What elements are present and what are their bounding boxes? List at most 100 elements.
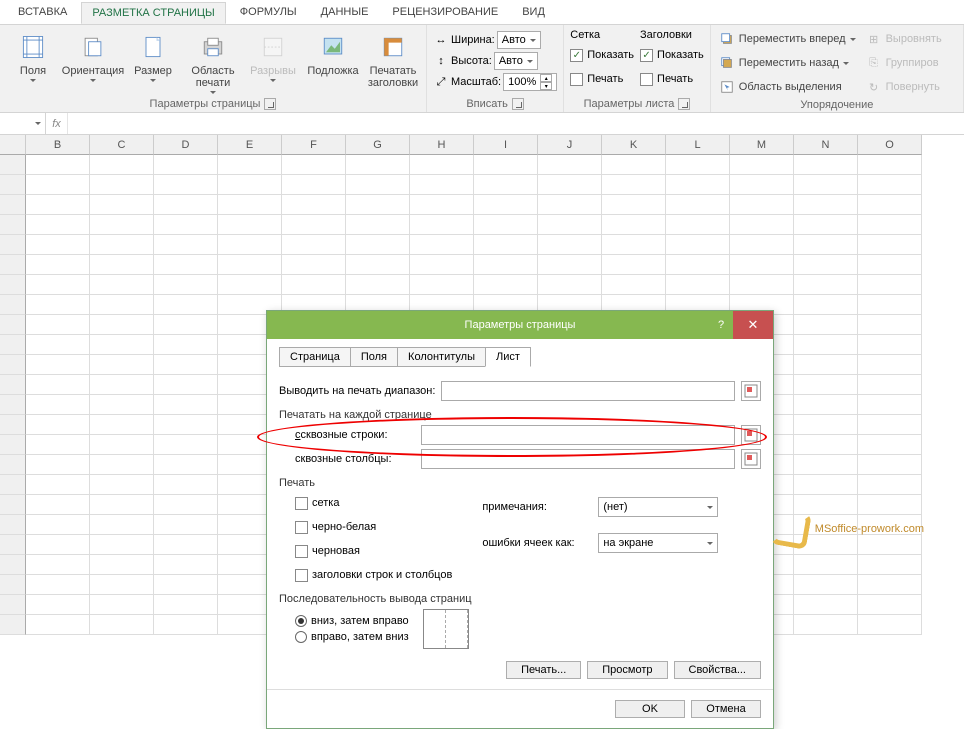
print-titles-button[interactable]: Печатать заголовки: [366, 29, 420, 89]
row-header[interactable]: [0, 415, 26, 435]
column-header[interactable]: D: [154, 135, 218, 155]
dialog-tab-1[interactable]: Поля: [350, 347, 398, 367]
dialog-tab-0[interactable]: Страница: [279, 347, 351, 367]
name-box[interactable]: [0, 113, 46, 134]
print-area-button[interactable]: Область печати: [186, 29, 240, 94]
column-header[interactable]: G: [346, 135, 410, 155]
ribbon-tab-5[interactable]: ВИД: [512, 2, 555, 24]
select-all-corner[interactable]: [0, 135, 26, 155]
column-header[interactable]: L: [666, 135, 730, 155]
column-header[interactable]: I: [474, 135, 538, 155]
column-headers: BCDEFGHIJKLMNO: [0, 135, 964, 155]
column-header[interactable]: N: [794, 135, 858, 155]
gridlines-view-chk[interactable]: ✓Показать: [570, 45, 634, 65]
ribbon-tab-3[interactable]: ДАННЫЕ: [311, 2, 379, 24]
fx-button[interactable]: fx: [46, 113, 68, 134]
row-header[interactable]: [0, 215, 26, 235]
row-header[interactable]: [0, 395, 26, 415]
width-label: Ширина:: [451, 34, 495, 46]
column-header[interactable]: J: [538, 135, 602, 155]
row-header[interactable]: [0, 315, 26, 335]
errors-dropdown[interactable]: на экране: [598, 533, 718, 553]
print-button[interactable]: Печать...: [506, 661, 581, 679]
row-header[interactable]: [0, 455, 26, 475]
row-header[interactable]: [0, 295, 26, 315]
ribbon-tab-1[interactable]: РАЗМЕТКА СТРАНИЦЫ: [81, 2, 225, 24]
column-header[interactable]: C: [90, 135, 154, 155]
row-header[interactable]: [0, 475, 26, 495]
column-header[interactable]: O: [858, 135, 922, 155]
row-header[interactable]: [0, 515, 26, 535]
orientation-button[interactable]: Ориентация: [66, 29, 120, 82]
align-icon: ⊞: [866, 31, 882, 47]
row-header[interactable]: [0, 375, 26, 395]
row-header[interactable]: [0, 495, 26, 515]
properties-button[interactable]: Свойства...: [674, 661, 761, 679]
dialog-close-button[interactable]: ✕: [733, 311, 773, 339]
dialog-tab-2[interactable]: Колонтитулы: [397, 347, 486, 367]
row-header[interactable]: [0, 615, 26, 635]
send-backward-button[interactable]: Переместить назад: [717, 53, 858, 73]
sheet-opts-launcher[interactable]: [678, 98, 690, 110]
print-range-selector[interactable]: [741, 381, 761, 401]
row-header[interactable]: [0, 235, 26, 255]
cols-repeat-selector[interactable]: [741, 449, 761, 469]
row-header[interactable]: [0, 535, 26, 555]
row-header[interactable]: [0, 555, 26, 575]
row-header[interactable]: [0, 435, 26, 455]
rows-repeat-selector[interactable]: [741, 425, 761, 445]
dialog-help-button[interactable]: ?: [707, 311, 735, 339]
dialog-tab-3[interactable]: Лист: [485, 347, 531, 367]
gridlines-print-chk[interactable]: Печать: [570, 69, 634, 89]
row-header[interactable]: [0, 275, 26, 295]
column-header[interactable]: K: [602, 135, 666, 155]
row-header[interactable]: [0, 355, 26, 375]
grid-checkbox[interactable]: сетка: [295, 493, 452, 513]
group-title-arrange: Упорядочение: [800, 99, 873, 111]
size-button[interactable]: Размер: [126, 29, 180, 82]
column-header[interactable]: M: [730, 135, 794, 155]
height-label: Высота:: [451, 55, 492, 67]
headings-view-chk[interactable]: ✓Показать: [640, 45, 704, 65]
comments-dropdown[interactable]: (нет): [598, 497, 718, 517]
height-combo[interactable]: Авто: [494, 52, 538, 70]
page-setup-launcher[interactable]: [264, 98, 276, 110]
row-header[interactable]: [0, 255, 26, 275]
background-button[interactable]: Подложка: [306, 29, 360, 77]
column-header[interactable]: B: [26, 135, 90, 155]
column-header[interactable]: F: [282, 135, 346, 155]
scale-launcher[interactable]: [512, 98, 524, 110]
page-setup-dialog: Параметры страницы ? ✕ СтраницаПоляКолон…: [266, 310, 774, 729]
cols-repeat-label: сквозные столбцы:: [295, 453, 415, 465]
cols-repeat-input[interactable]: [421, 449, 735, 469]
scale-combo[interactable]: 100%▴▾: [503, 73, 557, 91]
ribbon-tab-0[interactable]: ВСТАВКА: [8, 2, 77, 24]
group-scale: ↔Ширина:Авто ↕Высота:Авто ⤢Масштаб:100%▴…: [427, 25, 564, 112]
ribbon-tab-4[interactable]: РЕЦЕНЗИРОВАНИЕ: [382, 2, 508, 24]
row-header[interactable]: [0, 175, 26, 195]
ok-button[interactable]: OK: [615, 700, 685, 718]
draft-checkbox[interactable]: черновая: [295, 541, 452, 561]
row-header[interactable]: [0, 575, 26, 595]
row-header[interactable]: [0, 155, 26, 175]
rows-repeat-input[interactable]: [421, 425, 735, 445]
row-header[interactable]: [0, 335, 26, 355]
over-then-down-radio[interactable]: вправо, затем вниз: [295, 631, 409, 643]
preview-button[interactable]: Просмотр: [587, 661, 667, 679]
down-then-over-radio[interactable]: вниз, затем вправо: [295, 615, 409, 627]
column-header[interactable]: E: [218, 135, 282, 155]
headings-print-chk[interactable]: Печать: [640, 69, 704, 89]
bw-checkbox[interactable]: черно-белая: [295, 517, 452, 537]
selection-pane-button[interactable]: Область выделения: [717, 77, 858, 97]
bring-forward-button[interactable]: Переместить вперед: [717, 29, 858, 49]
column-header[interactable]: H: [410, 135, 474, 155]
print-range-input[interactable]: [441, 381, 735, 401]
row-header[interactable]: [0, 195, 26, 215]
cancel-button[interactable]: Отмена: [691, 700, 761, 718]
fields-button[interactable]: Поля: [6, 29, 60, 82]
row-header[interactable]: [0, 595, 26, 615]
width-combo[interactable]: Авто: [497, 31, 541, 49]
ribbon-tab-2[interactable]: ФОРМУЛЫ: [230, 2, 307, 24]
comments-label: примечания:: [482, 501, 592, 513]
headers-checkbox[interactable]: заголовки строк и столбцов: [295, 565, 452, 585]
